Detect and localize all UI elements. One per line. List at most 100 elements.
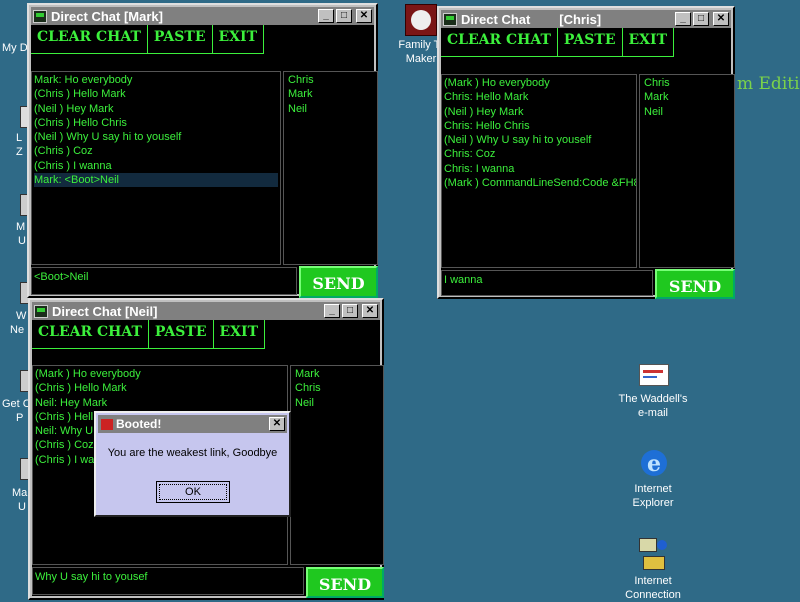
message-item: (Chris ) Hello Mark bbox=[34, 88, 126, 101]
window-title: Direct Chat [Neil] bbox=[52, 303, 158, 319]
exit-button[interactable]: EXIT bbox=[212, 25, 264, 54]
send-button[interactable]: SEND bbox=[299, 266, 378, 298]
paste-button[interactable]: PASTE bbox=[557, 28, 623, 57]
send-button[interactable]: SEND bbox=[306, 567, 384, 598]
clear-chat-button[interactable]: CLEAR CHAT bbox=[441, 28, 558, 57]
close-icon[interactable]: ✕ bbox=[356, 9, 372, 23]
send-button[interactable]: SEND bbox=[655, 269, 735, 299]
app-icon bbox=[101, 418, 113, 430]
message-item: (Mark ) Ho everybody bbox=[35, 368, 141, 380]
message-item: Mark: Ho everybody bbox=[34, 74, 133, 86]
message-list[interactable]: Mark: Ho everybody (Chris ) Hello Mark (… bbox=[31, 71, 281, 265]
ok-button[interactable]: OK bbox=[156, 481, 230, 503]
user-item[interactable]: Neil bbox=[644, 105, 730, 119]
user-item[interactable]: Neil bbox=[295, 396, 379, 410]
desktop-label-u[interactable]: U bbox=[18, 235, 26, 247]
desktop-icon-ie[interactable]: e Internet Explorer bbox=[615, 446, 691, 510]
chat-window-chris: Direct Chat [Chris] _ □ ✕ CLEAR CHAT PAS… bbox=[437, 6, 735, 299]
paste-button[interactable]: PASTE bbox=[148, 320, 214, 349]
clear-chat-button[interactable]: CLEAR CHAT bbox=[31, 25, 148, 54]
booted-dialog: Booted! ✕ You are the weakest link, Good… bbox=[94, 411, 291, 517]
app-icon bbox=[443, 12, 457, 26]
window-body: CLEAR CHAT PASTE EXIT (Mark ) Ho everybo… bbox=[441, 28, 735, 299]
desktop-label-p[interactable]: P bbox=[16, 412, 23, 424]
desktop-icon-mail[interactable]: The Waddell's e-mail bbox=[610, 358, 696, 420]
desktop-icon-label: The Waddell's e-mail bbox=[618, 393, 688, 419]
message-item: (Mark ) Ho everybody bbox=[444, 77, 550, 89]
message-item: Chris: Hello Chris bbox=[444, 119, 530, 132]
toolbar: CLEAR CHAT PASTE EXIT bbox=[31, 25, 264, 54]
user-item[interactable]: Mark bbox=[295, 367, 379, 381]
toolbar: CLEAR CHAT PASTE EXIT bbox=[441, 28, 674, 57]
message-input[interactable]: I wanna bbox=[441, 270, 653, 296]
window-body: CLEAR CHAT PASTE EXIT Mark: Ho everybody… bbox=[31, 25, 378, 298]
desktop-label-u2[interactable]: U bbox=[18, 501, 26, 513]
message-item: Chris: I wanna bbox=[444, 162, 515, 175]
dialog-title-bar[interactable]: Booted! ✕ bbox=[98, 415, 287, 433]
ie-icon: e bbox=[637, 446, 669, 480]
minimize-icon[interactable]: _ bbox=[675, 12, 691, 26]
message-item: Neil: Hey Mark bbox=[35, 396, 108, 409]
maximize-icon[interactable]: □ bbox=[336, 9, 352, 23]
desktop-icon-label: Internet Connection bbox=[625, 575, 681, 601]
desktop-label-m[interactable]: M bbox=[16, 221, 25, 233]
message-item: Chris: Hello Mark bbox=[444, 91, 529, 104]
desktop-label-my-computer[interactable]: My D bbox=[2, 42, 28, 54]
message-input[interactable]: <Boot>Neil bbox=[31, 267, 297, 295]
mail-icon bbox=[637, 358, 669, 390]
maximize-icon[interactable]: □ bbox=[342, 304, 358, 318]
exit-button[interactable]: EXIT bbox=[622, 28, 674, 57]
message-item: (Chris ) Hello Chris bbox=[34, 116, 127, 129]
user-item[interactable]: Chris bbox=[295, 381, 379, 395]
desktop-label-z[interactable]: Z bbox=[16, 146, 23, 158]
user-list[interactable]: Chris Mark Neil bbox=[283, 71, 378, 265]
title-bar[interactable]: Direct Chat [Chris] _ □ ✕ bbox=[441, 10, 731, 28]
close-icon[interactable]: ✕ bbox=[269, 417, 285, 431]
family-tree-icon bbox=[405, 4, 437, 36]
clear-chat-button[interactable]: CLEAR CHAT bbox=[32, 320, 149, 349]
dialog-message: You are the weakest link, Goodbye bbox=[107, 447, 278, 459]
desktop-label-l[interactable]: L bbox=[16, 132, 22, 144]
desktop-banner-text: m Edition bbox=[737, 74, 800, 94]
message-item: (Chris ) Coz bbox=[34, 145, 93, 158]
paste-button[interactable]: PASTE bbox=[147, 25, 213, 54]
desktop-icon-internet-connection[interactable]: Internet Connection bbox=[615, 536, 691, 602]
message-input[interactable]: Why U say hi to yousef bbox=[32, 567, 304, 595]
message-item: (Neil ) Hey Mark bbox=[444, 105, 524, 118]
title-bar[interactable]: Direct Chat [Mark] _ □ ✕ bbox=[31, 7, 374, 25]
app-icon bbox=[33, 9, 47, 23]
user-item[interactable]: Mark bbox=[288, 87, 373, 101]
close-icon[interactable]: ✕ bbox=[362, 304, 378, 318]
user-item[interactable]: Chris bbox=[644, 76, 730, 90]
title-bar[interactable]: Direct Chat [Neil] _ □ ✕ bbox=[32, 302, 380, 320]
window-title: Direct Chat [Chris] bbox=[461, 11, 602, 27]
message-item: (Chris ) I wanna bbox=[34, 159, 112, 172]
user-list[interactable]: Chris Mark Neil bbox=[639, 74, 735, 268]
desktop-icon-label: Internet Explorer bbox=[632, 483, 674, 509]
message-item-selected: Mark: <Boot>Neil bbox=[34, 173, 278, 188]
message-item: (Neil ) Why U say hi to youself bbox=[444, 134, 592, 147]
minimize-icon[interactable]: _ bbox=[324, 304, 340, 318]
user-item[interactable]: Mark bbox=[644, 90, 730, 104]
chat-window-mark: Direct Chat [Mark] _ □ ✕ CLEAR CHAT PAST… bbox=[27, 3, 378, 298]
desktop-label-ne[interactable]: Ne bbox=[10, 324, 24, 336]
dialog-title: Booted! bbox=[116, 417, 162, 431]
desktop-label-get-c[interactable]: Get C bbox=[2, 398, 31, 410]
user-list[interactable]: Mark Chris Neil bbox=[290, 365, 384, 565]
user-item[interactable]: Neil bbox=[288, 102, 373, 116]
network-icon bbox=[637, 536, 669, 572]
exit-button[interactable]: EXIT bbox=[213, 320, 265, 349]
message-list[interactable]: (Mark ) Ho everybody Chris: Hello Mark (… bbox=[441, 74, 637, 268]
user-item[interactable]: Chris bbox=[288, 73, 373, 87]
toolbar: CLEAR CHAT PASTE EXIT bbox=[32, 320, 265, 349]
message-item: (Chris ) Hello Mark bbox=[35, 382, 127, 395]
desktop-label-ma[interactable]: Ma bbox=[12, 487, 27, 499]
app-icon bbox=[34, 304, 48, 318]
message-item: Chris: Coz bbox=[444, 148, 496, 161]
message-item: (Neil ) Hey Mark bbox=[34, 102, 114, 115]
maximize-icon[interactable]: □ bbox=[693, 12, 709, 26]
desktop-label-w[interactable]: W bbox=[16, 310, 26, 322]
message-item: (Neil ) Why U say hi to youself bbox=[34, 131, 182, 144]
close-icon[interactable]: ✕ bbox=[713, 12, 729, 26]
minimize-icon[interactable]: _ bbox=[318, 9, 334, 23]
